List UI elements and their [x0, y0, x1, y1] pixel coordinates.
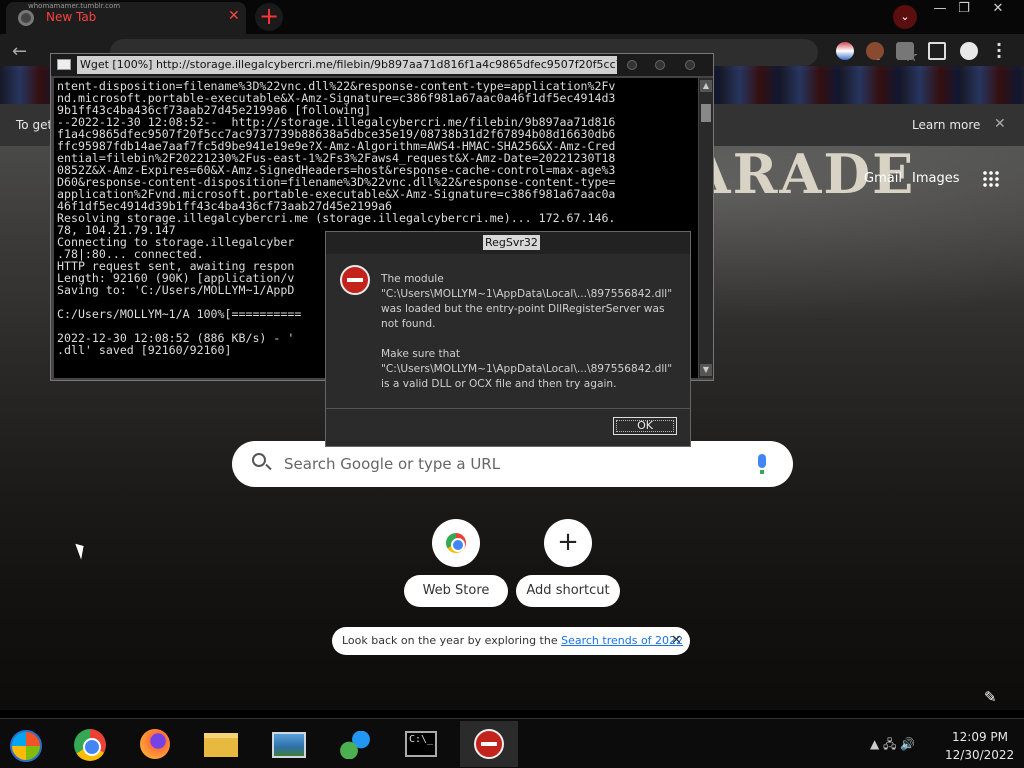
images-link[interactable]: Images — [912, 171, 960, 186]
wget-window-title: Wget [100%] http://storage.illegalcyberc… — [77, 56, 617, 74]
promo-link[interactable]: Search trends of 2022 — [561, 634, 683, 647]
extension-flag-icon[interactable] — [836, 42, 854, 60]
dialog-divider — [326, 408, 690, 409]
dialog-titlebar[interactable]: RegSvr32 — [326, 232, 690, 254]
info-bar-text: To get — [16, 118, 53, 132]
dialog-message-1: The module "C:\Users\MOLLYM~1\AppData\Lo… — [381, 273, 673, 330]
clock-date[interactable]: 12/30/2022 — [945, 748, 1014, 762]
learn-more-link[interactable]: Learn more — [912, 118, 980, 132]
taskbar-command-prompt[interactable]: C:\_ — [392, 721, 450, 767]
back-arrow-icon[interactable]: ← — [12, 41, 27, 62]
wget-close-button[interactable] — [685, 60, 695, 70]
extensions-puzzle-icon[interactable] — [896, 42, 914, 60]
windows-start-icon — [10, 730, 42, 762]
start-button[interactable] — [0, 721, 58, 767]
close-window-button[interactable]: ✕ — [982, 0, 1014, 18]
dialog-message-2: Make sure that "C:\Users\MOLLYM~1\AppDat… — [381, 348, 673, 390]
promo-chip: Look back on the year by exploring the S… — [332, 627, 690, 655]
gmail-link[interactable]: Gmail — [864, 171, 902, 186]
promo-text: Look back on the year by exploring the — [342, 634, 562, 647]
regsvr32-dialog[interactable]: RegSvr32 The module "C:\Users\MOLLYM~1\A… — [325, 231, 691, 447]
folder-icon — [204, 733, 238, 757]
wget-maximize-button[interactable] — [655, 60, 665, 70]
tab-new-tab[interactable]: whomamamer.tumblr.com New Tab ✕ — [6, 2, 246, 34]
ok-button[interactable]: OK — [613, 417, 677, 435]
shortcut-label-web-store[interactable]: Web Store — [404, 575, 508, 607]
taskbar-file-explorer[interactable] — [192, 721, 250, 767]
taskbar: C:\_ ▲ 🖧 🔊 12:09 PM 12/30/2022 — [0, 718, 1024, 768]
side-panel-icon[interactable] — [928, 42, 946, 60]
taskbar-firefox[interactable] — [126, 721, 184, 767]
info-bar-close-icon[interactable]: ✕ — [994, 116, 1006, 132]
chrome-icon — [74, 729, 106, 761]
ntp-search-box[interactable]: Search Google or type a URL — [232, 441, 793, 487]
shortcut-label-add[interactable]: Add shortcut — [516, 575, 620, 607]
scroll-down-arrow-icon[interactable]: ▼ — [700, 364, 712, 376]
tab-strip: whomamamer.tumblr.com New Tab ✕ + ⌄ — ❐ … — [0, 0, 1024, 34]
microphone-icon[interactable] — [758, 454, 766, 474]
profile-avatar-icon[interactable] — [960, 42, 978, 60]
taskbar-network[interactable] — [326, 721, 384, 767]
clock-time[interactable]: 12:09 PM — [952, 730, 1008, 744]
scroll-thumb[interactable] — [701, 104, 711, 122]
command-prompt-icon: C:\_ — [405, 731, 437, 757]
dialog-title: RegSvr32 — [483, 235, 540, 250]
search-placeholder: Search Google or type a URL — [284, 455, 501, 473]
wget-scrollbar[interactable]: ▲ ▼ — [699, 78, 713, 378]
wget-titlebar[interactable]: Wget [100%] http://storage.illegalcyberc… — [51, 54, 713, 76]
restore-button[interactable]: ❐ — [948, 0, 980, 18]
shortcut-web-store[interactable] — [432, 519, 480, 567]
tab-close-icon[interactable]: ✕ — [228, 8, 240, 24]
scroll-up-arrow-icon[interactable]: ▲ — [700, 80, 712, 92]
browser-menu-icon[interactable]: · · · — [996, 37, 1004, 65]
tab-title: New Tab — [46, 10, 97, 24]
new-tab-button[interactable]: + — [255, 3, 283, 31]
customize-pencil-icon[interactable]: ✎ — [984, 688, 997, 706]
system-tray-icons[interactable]: ▲ 🖧 🔊 — [870, 735, 915, 756]
chrome-webstore-icon — [446, 533, 466, 553]
taskbar-chrome[interactable] — [60, 721, 118, 767]
network-icon — [340, 731, 370, 759]
tab-favicon-icon — [18, 10, 34, 26]
taskbar-regsvr32-error[interactable] — [460, 721, 518, 767]
promo-close-icon[interactable]: ✕ — [671, 627, 682, 655]
photo-viewer-icon — [272, 732, 306, 758]
wget-minimize-button[interactable] — [627, 60, 637, 70]
extension-avatar-icon[interactable] — [866, 42, 884, 60]
error-icon — [474, 729, 504, 759]
search-icon — [252, 453, 266, 467]
console-icon — [57, 59, 71, 70]
taskbar-photo-viewer[interactable] — [260, 721, 318, 767]
tab-overlay-text: whomamamer.tumblr.com — [28, 2, 121, 10]
tab-search-button[interactable]: ⌄ — [893, 5, 917, 29]
shortcut-add[interactable]: + — [544, 519, 592, 567]
error-icon — [340, 265, 370, 295]
firefox-icon — [140, 729, 170, 759]
plus-icon: + — [557, 527, 579, 557]
google-apps-icon[interactable] — [982, 170, 1000, 188]
dialog-message: The module "C:\Users\MOLLYM~1\AppData\Lo… — [381, 272, 681, 407]
desktop-screen: PARADE whomamamer.tumblr.com New Tab ✕ +… — [0, 0, 1024, 768]
